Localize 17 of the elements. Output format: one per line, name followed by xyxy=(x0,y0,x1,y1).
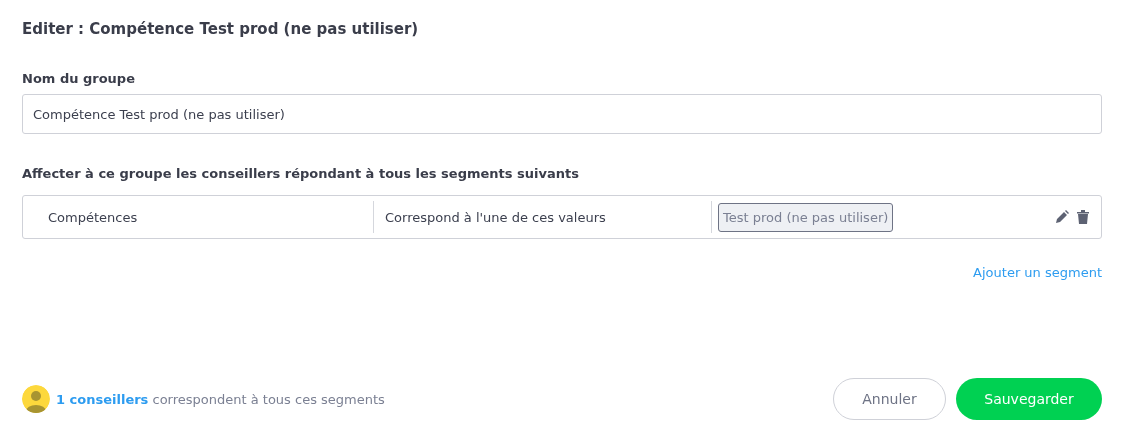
dialog-title: Editer : Compétence Test prod (ne pas utiliser) xyxy=(22,20,420,38)
value-tag: Test prod (ne pas utiliser) xyxy=(718,202,894,232)
cancel-button[interactable]: Annuler xyxy=(833,378,946,420)
advisors-link[interactable]: 1 conseillers xyxy=(56,391,149,407)
section-label: Affecter à ce groupe les conseillers répondant à tous les segments suivants xyxy=(22,166,580,181)
save-button[interactable]: Sauvegarder xyxy=(956,378,1102,420)
avatar-icon xyxy=(22,385,50,413)
pencil-icon xyxy=(1055,210,1069,224)
group-name-field[interactable]: Compétence Test prod (ne pas utiliser) xyxy=(22,94,1102,134)
trash-icon xyxy=(1077,210,1089,224)
field-label: Nom du groupe xyxy=(22,71,136,86)
segment-operator: Correspond à l'une de ces valeurs xyxy=(385,209,606,225)
add-segment-link[interactable]: Ajouter un segment xyxy=(973,265,1102,280)
edit-button[interactable] xyxy=(1055,210,1069,224)
match-summary: 1 conseillers correspondent à tous ces segments xyxy=(56,391,385,407)
segment-field: Compétences xyxy=(48,209,138,225)
delete-button[interactable] xyxy=(1077,210,1089,224)
